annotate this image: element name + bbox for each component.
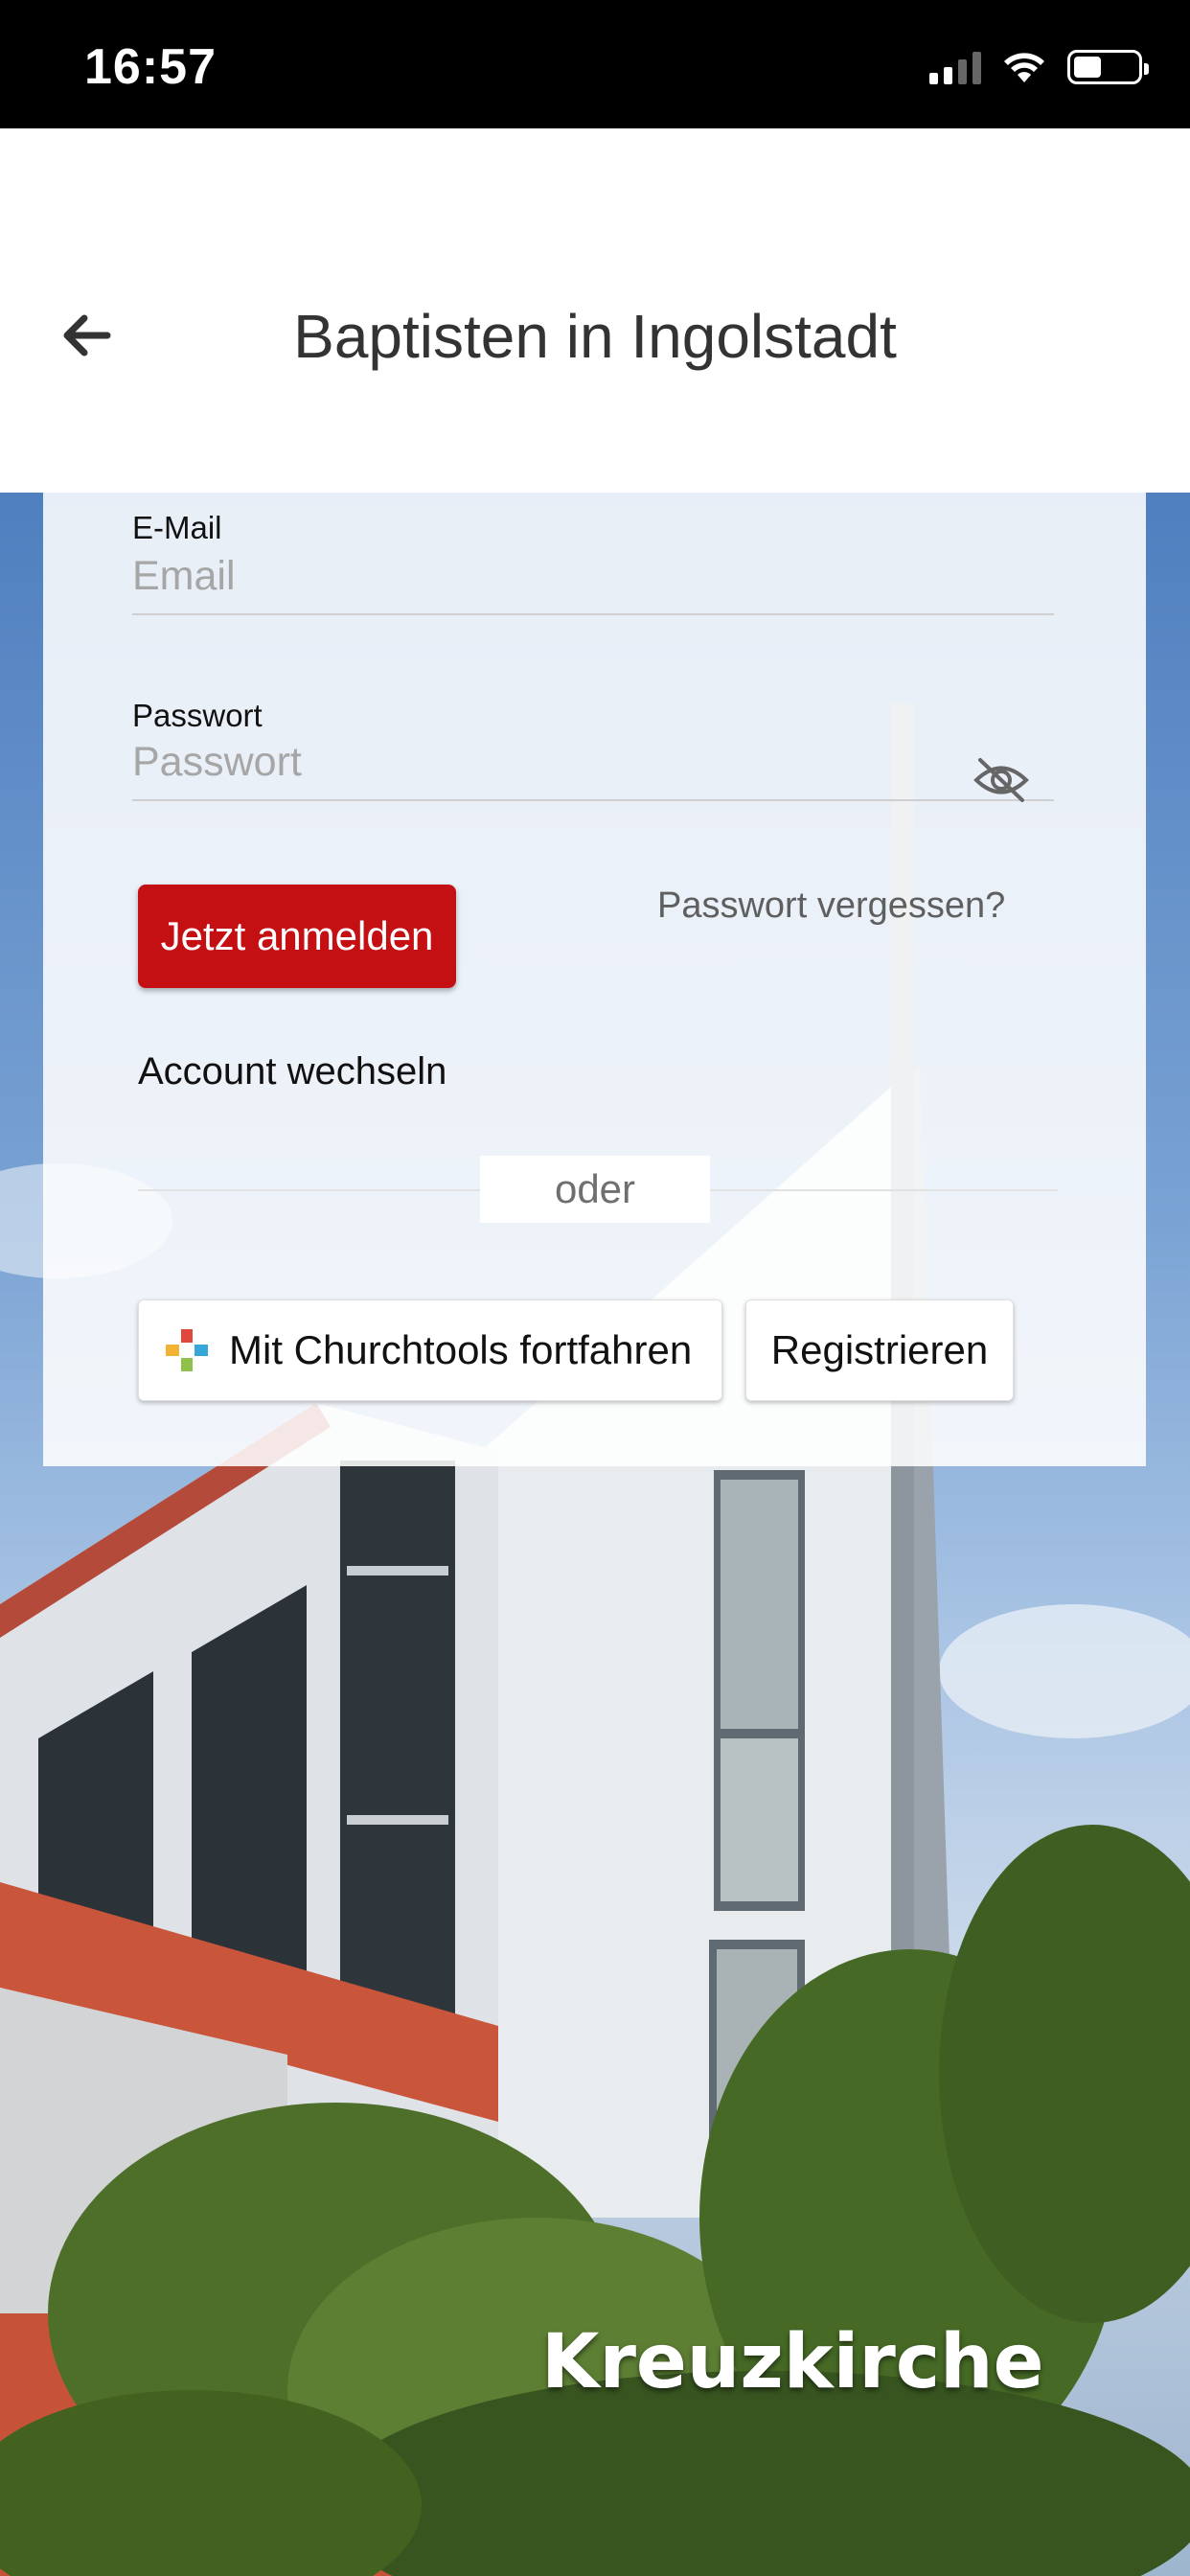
login-card: E-Mail Passwort Jetzt anmelden Passwort … <box>43 493 1146 1466</box>
battery-icon <box>1067 50 1149 84</box>
churchtools-button-label: Mit Churchtools fortfahren <box>229 1327 693 1372</box>
status-bar: 16:57 <box>0 0 1190 128</box>
wifi-icon <box>1002 50 1046 84</box>
app-header: Baptisten in Ingolstadt <box>0 128 1190 493</box>
hero-caption: Kreuzkirche <box>541 2319 1044 2405</box>
status-time: 16:57 <box>84 39 217 95</box>
churchtools-logo-icon <box>166 1329 208 1371</box>
divider-text: oder <box>480 1156 710 1223</box>
register-button[interactable]: Registrieren <box>745 1300 1014 1401</box>
cellular-signal-icon <box>929 50 981 84</box>
page-title: Baptisten in Ingolstadt <box>293 302 897 371</box>
login-button[interactable]: Jetzt anmelden <box>138 885 456 988</box>
forgot-password-link[interactable]: Passwort vergessen? <box>657 886 1005 927</box>
email-input[interactable] <box>132 539 1054 615</box>
churchtools-login-button[interactable]: Mit Churchtools fortfahren <box>138 1300 722 1401</box>
password-visibility-toggle[interactable] <box>968 751 1035 809</box>
switch-account-link[interactable]: Account wechseln <box>138 1050 446 1093</box>
password-input[interactable] <box>132 724 1054 801</box>
status-icons <box>929 50 1149 84</box>
eye-off-icon <box>973 758 1029 802</box>
